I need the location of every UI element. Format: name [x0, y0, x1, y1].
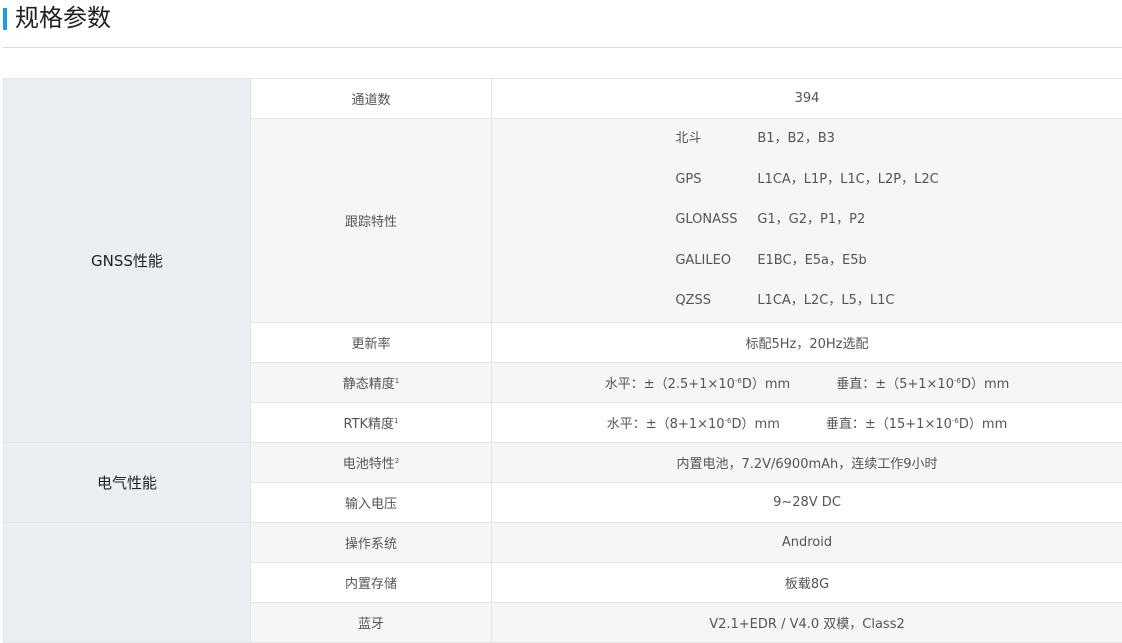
row-value: 内置电池，7.2V/6900mAh，连续工作9小时 — [492, 442, 1122, 482]
tracking-signals: L1CA，L1P，L1C，L2P，L2C — [757, 172, 938, 187]
header-divider — [3, 47, 1122, 48]
accuracy-value: 水平：±（8+1×10-6D）mm 垂直：±（15+1×10-6D）mm — [492, 402, 1122, 442]
section-title: 规格参数 — [15, 1, 111, 35]
tracking-system: GLONASS — [675, 200, 757, 241]
tracking-signals: B1，B2，B3 — [757, 131, 835, 146]
spec-table: GNSS性能 通道数 394 跟踪特性 北斗B1，B2，B3 GPSL1CA，L… — [3, 78, 1122, 643]
horizontal-accuracy: 水平：±（2.5+1×10-6D）mm — [605, 377, 791, 392]
vertical-accuracy: 垂直：±（5+1×10-6D）mm — [836, 377, 1009, 392]
group-electrical: 电气性能 — [4, 442, 251, 522]
tracking-list: 北斗B1，B2，B3 GPSL1CA，L1P，L1C，L2P，L2C GLONA… — [492, 119, 1122, 323]
row-value: 板载8G — [492, 562, 1122, 602]
tracking-line: GPSL1CA，L1P，L1C，L2P，L2C — [675, 160, 938, 201]
row-label-text: 电池特性 — [343, 457, 395, 472]
tracking-signals: E1BC，E5a，E5b — [757, 253, 866, 268]
title-accent-bar — [3, 8, 7, 30]
row-label: 电池特性2 — [251, 442, 492, 482]
footnote-marker: 1 — [395, 377, 399, 385]
row-value: 394 — [492, 79, 1122, 119]
footnote-marker: 2 — [395, 457, 399, 465]
vertical-accuracy: 垂直：±（15+1×10-6D）mm — [826, 417, 1007, 432]
tracking-line: GALILEOE1BC，E5a，E5b — [675, 241, 938, 282]
row-label: 内置存储 — [251, 562, 492, 602]
table-row: GNSS性能 通道数 394 — [4, 79, 1122, 119]
row-label: 更新率 — [251, 322, 492, 362]
tracking-line: GLONASSG1，G2，P1，P2 — [675, 200, 938, 241]
horizontal-accuracy: 水平：±（8+1×10-6D）mm — [607, 417, 780, 432]
tracking-system: QZSS — [675, 281, 757, 322]
row-label: 跟踪特性 — [251, 119, 492, 323]
row-label: 通道数 — [251, 79, 492, 119]
tracking-system: 北斗 — [675, 119, 757, 160]
tracking-line: 北斗B1，B2，B3 — [675, 119, 938, 160]
tracking-signals: G1，G2，P1，P2 — [757, 212, 865, 227]
tracking-line: QZSSL1CA，L2C，L5，L1C — [675, 281, 938, 322]
table-row: 操作系统 Android — [4, 522, 1122, 562]
group-gnss: GNSS性能 — [4, 79, 251, 443]
footnote-marker: 1 — [394, 417, 398, 425]
row-label-text: 静态精度 — [343, 377, 395, 392]
row-label: 静态精度1 — [251, 362, 492, 402]
group-system — [4, 522, 251, 642]
section-header: 规格参数 — [0, 0, 1122, 48]
accuracy-value: 水平：±（2.5+1×10-6D）mm 垂直：±（5+1×10-6D）mm — [492, 362, 1122, 402]
tracking-system: GPS — [675, 160, 757, 201]
row-label: 蓝牙 — [251, 602, 492, 642]
row-value: 标配5Hz，20Hz选配 — [492, 322, 1122, 362]
row-label: 操作系统 — [251, 522, 492, 562]
row-value: Android — [492, 522, 1122, 562]
row-value: V2.1+EDR / V4.0 双模，Class2 — [492, 602, 1122, 642]
row-label-text: RTK精度 — [343, 417, 394, 432]
tracking-signals: L1CA，L2C，L5，L1C — [757, 293, 894, 308]
spec-table-wrapper: GNSS性能 通道数 394 跟踪特性 北斗B1，B2，B3 GPSL1CA，L… — [3, 78, 1122, 643]
row-label: RTK精度1 — [251, 402, 492, 442]
table-row: 电气性能 电池特性2 内置电池，7.2V/6900mAh，连续工作9小时 — [4, 442, 1122, 482]
row-label: 输入电压 — [251, 482, 492, 522]
row-value: 9~28V DC — [492, 482, 1122, 522]
tracking-system: GALILEO — [675, 241, 757, 282]
